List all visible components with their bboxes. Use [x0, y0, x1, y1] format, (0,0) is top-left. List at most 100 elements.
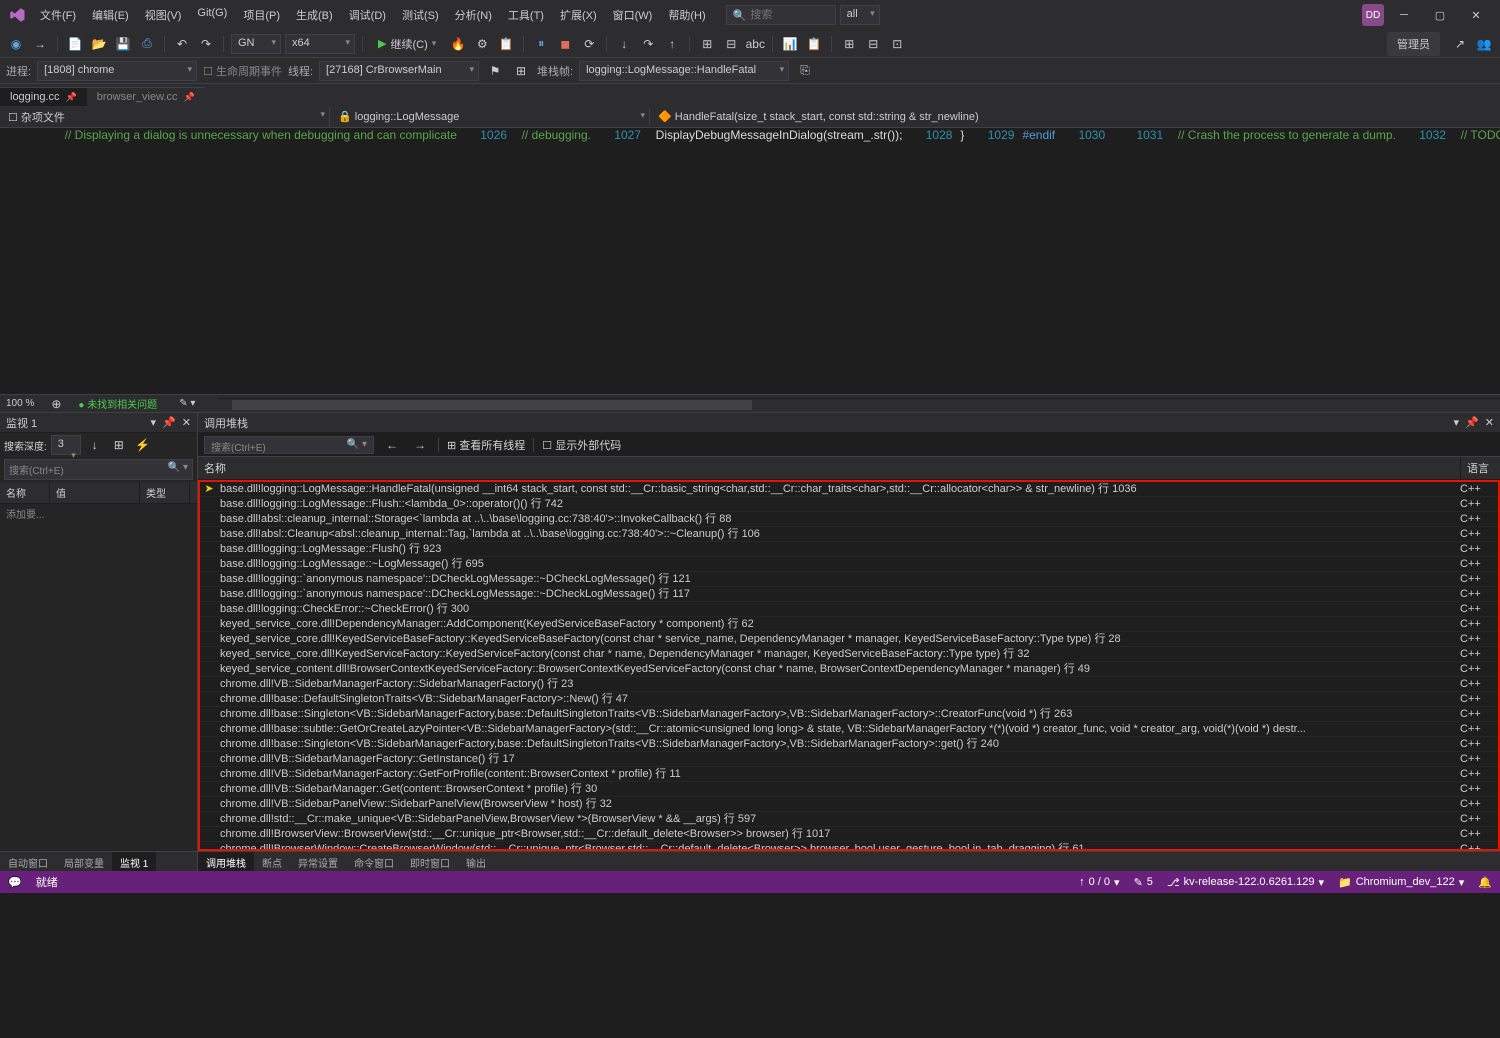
save-icon[interactable]: 💾: [113, 34, 133, 54]
zoom-btn[interactable]: ⊕: [46, 394, 66, 414]
code-editor[interactable]: // Displaying a dialog is unnecessary wh…: [0, 128, 1500, 394]
restart-icon[interactable]: ⟳: [579, 34, 599, 54]
show-external[interactable]: ☐ 显示外部代码: [542, 437, 621, 453]
new-icon[interactable]: 📄: [65, 34, 85, 54]
stack-frame-row[interactable]: base.dll!logging::LogMessage::Flush() 行 …: [200, 542, 1498, 557]
notification-icon[interactable]: 🔔: [1478, 876, 1492, 889]
stackframe-icon[interactable]: ⎘: [795, 61, 815, 81]
minimize-button[interactable]: ─: [1388, 3, 1420, 27]
continue-button[interactable]: ▶ 继续(C) ▾: [370, 34, 444, 54]
pin-icon[interactable]: 📌: [183, 92, 194, 103]
stack-frame-row[interactable]: keyed_service_core.dll!DependencyManager…: [200, 617, 1498, 632]
bot-tab[interactable]: 监视 1: [112, 852, 156, 871]
tb-misc2[interactable]: ⊟: [721, 34, 741, 54]
close-icon[interactable]: ✕: [182, 416, 191, 429]
lifecycle-toggle[interactable]: ☐ 生命周期事件: [203, 63, 282, 79]
redo-icon[interactable]: ↷: [196, 34, 216, 54]
bot-tab[interactable]: 即时窗口: [402, 852, 458, 871]
bot-tab[interactable]: 调用堆栈: [198, 852, 254, 871]
nav-back-icon[interactable]: ◉: [6, 34, 26, 54]
tb-misc8[interactable]: ⊡: [887, 34, 907, 54]
depth-combo[interactable]: 3: [51, 435, 81, 455]
stack-frame-row[interactable]: chrome.dll!base::Singleton<VB::SidebarMa…: [200, 707, 1498, 722]
stack-frame-row[interactable]: base.dll!absl::Cleanup<absl::cleanup_int…: [200, 527, 1498, 542]
watch-col-header[interactable]: 名称: [0, 482, 50, 503]
nav-func[interactable]: 🔶 HandleFatal(size_t stack_start, const …: [650, 108, 1500, 125]
menu-item[interactable]: 编辑(E): [84, 3, 137, 27]
nav-prev-icon[interactable]: ←: [382, 435, 402, 455]
user-badge[interactable]: DD: [1362, 4, 1384, 26]
stack-frame-row[interactable]: chrome.dll!VB::SidebarManagerFactory::Si…: [200, 677, 1498, 692]
wt-icon1[interactable]: ↓: [85, 435, 105, 455]
tb-misc3[interactable]: abc: [745, 34, 765, 54]
menu-item[interactable]: 扩展(X): [552, 3, 605, 27]
pin-icon[interactable]: 📌: [162, 416, 176, 429]
menu-item[interactable]: 文件(F): [32, 3, 84, 27]
stack-frame-row[interactable]: chrome.dll!BrowserWindow::CreateBrowserW…: [200, 842, 1498, 851]
stack-frame-row[interactable]: chrome.dll!base::DefaultSingletonTraits<…: [200, 692, 1498, 707]
tb-misc4[interactable]: 📊: [780, 34, 800, 54]
stack-frame-row[interactable]: base.dll!logging::LogMessage::~LogMessag…: [200, 557, 1498, 572]
stack-frame-row[interactable]: ➤base.dll!logging::LogMessage::HandleFat…: [200, 482, 1498, 497]
warning-count[interactable]: ✎ 5: [1134, 876, 1153, 889]
live-share-icon[interactable]: 👥: [1474, 34, 1494, 54]
stack-frame-row[interactable]: base.dll!logging::LogMessage::Flush::<la…: [200, 497, 1498, 512]
menu-item[interactable]: 视图(V): [137, 3, 190, 27]
global-search[interactable]: 🔍: [726, 5, 836, 25]
maximize-button[interactable]: ▢: [1424, 3, 1456, 27]
menu-item[interactable]: 生成(B): [288, 3, 341, 27]
error-count[interactable]: ↑ 0 / 0 ▾: [1079, 876, 1119, 889]
stack-frame-row[interactable]: base.dll!absl::cleanup_internal::Storage…: [200, 512, 1498, 527]
search-input[interactable]: [750, 9, 828, 21]
issues-indicator[interactable]: ● 未找到相关问题: [78, 396, 157, 411]
search-scope[interactable]: all: [840, 5, 880, 25]
stack-frame-row[interactable]: chrome.dll!base::subtle::GetOrCreateLazy…: [200, 722, 1498, 737]
bot-tab[interactable]: 断点: [254, 852, 290, 871]
close-button[interactable]: ✕: [1460, 3, 1492, 27]
dropdown-icon[interactable]: ▾: [151, 416, 157, 429]
repo-indicator[interactable]: 📁 Chromium_dev_122 ▾: [1338, 876, 1464, 889]
bot-tab[interactable]: 自动窗口: [0, 852, 56, 871]
wt-icon3[interactable]: ⚡: [133, 435, 153, 455]
nav-class[interactable]: 🔒 logging::LogMessage: [330, 108, 650, 125]
stack-frame-row[interactable]: keyed_service_core.dll!KeyedServiceFacto…: [200, 647, 1498, 662]
bot-tab[interactable]: 局部变量: [56, 852, 112, 871]
view-all-threads[interactable]: ⊞ 查看所有线程: [447, 437, 525, 453]
step-into-icon[interactable]: ↓: [614, 34, 634, 54]
stackframe-combo[interactable]: logging::LogMessage::HandleFatal: [579, 61, 789, 81]
pin-icon[interactable]: 📌: [1465, 416, 1479, 429]
platform-combo[interactable]: x64: [285, 34, 355, 54]
undo-icon[interactable]: ↶: [172, 34, 192, 54]
stack-frame-row[interactable]: chrome.dll!VB::SidebarPanelView::Sidebar…: [200, 797, 1498, 812]
wt-icon2[interactable]: ⊞: [109, 435, 129, 455]
step-out-icon[interactable]: ↑: [662, 34, 682, 54]
pause-icon[interactable]: ⏸: [531, 34, 551, 54]
watch-body[interactable]: 添加要...: [0, 504, 197, 680]
tb-misc6[interactable]: ⊞: [839, 34, 859, 54]
watch-search[interactable]: 搜索(Ctrl+E) 🔍 ▾: [4, 459, 193, 480]
menu-item[interactable]: 窗口(W): [605, 3, 661, 27]
stack-frame-row[interactable]: chrome.dll!VB::SidebarManager::Get(conte…: [200, 782, 1498, 797]
editor-tab[interactable]: logging.cc 📌: [0, 87, 87, 106]
menu-item[interactable]: 帮助(H): [660, 3, 713, 27]
nav-scope[interactable]: ☐ 杂项文件: [0, 107, 330, 127]
menu-item[interactable]: 调试(D): [341, 3, 394, 27]
stack-frame-row[interactable]: keyed_service_content.dll!BrowserContext…: [200, 662, 1498, 677]
hot-reload-icon[interactable]: 🔥: [448, 34, 468, 54]
editor-tab[interactable]: browser_view.cc 📌: [87, 87, 205, 106]
col-lang-header[interactable]: 语言: [1460, 457, 1500, 479]
save-all-icon[interactable]: ⎙: [137, 34, 157, 54]
stack-frame-row[interactable]: base.dll!logging::`anonymous namespace':…: [200, 587, 1498, 602]
tool-icon[interactable]: ✎ ▾: [179, 398, 195, 409]
open-icon[interactable]: 📂: [89, 34, 109, 54]
bot-tab[interactable]: 命令窗口: [346, 852, 402, 871]
tb-misc1[interactable]: ⊞: [697, 34, 717, 54]
stack-frame-row[interactable]: chrome.dll!VB::SidebarManagerFactory::Ge…: [200, 752, 1498, 767]
branch-indicator[interactable]: ⎇ kv-release-122.0.6261.129 ▾: [1167, 876, 1324, 889]
stack-frame-row[interactable]: chrome.dll!BrowserView::BrowserView(std:…: [200, 827, 1498, 842]
process-combo[interactable]: [1808] chrome: [37, 61, 197, 81]
zoom-level[interactable]: 100 %: [6, 398, 34, 409]
tb-misc5[interactable]: 📋: [804, 34, 824, 54]
tb-misc7[interactable]: ⊟: [863, 34, 883, 54]
menu-item[interactable]: 测试(S): [394, 3, 447, 27]
